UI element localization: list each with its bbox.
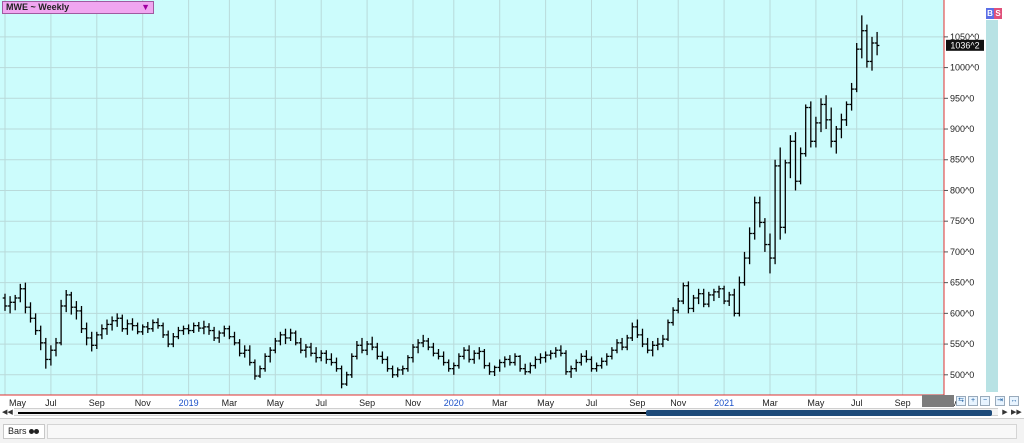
time-tick-label: Nov xyxy=(670,398,687,408)
tab-bars-label: Bars xyxy=(8,426,27,436)
time-tick-label: Sep xyxy=(629,398,645,408)
price-tick-label: 800^0 xyxy=(950,185,974,195)
time-axis-labels: May Jul Sep Nov 2019 Mar May Jul Sep Nov 2020 Mar Ma… xyxy=(9,398,957,408)
time-tick-label: May xyxy=(537,398,555,408)
tab-strip-empty xyxy=(47,424,1017,439)
scroll-history-line xyxy=(18,412,646,414)
binoculars-icon xyxy=(29,429,39,434)
price-tick-label: 500^0 xyxy=(950,370,974,380)
scroll-end-icon[interactable]: ⇥ xyxy=(995,396,1005,406)
symbol-label: MWE ~ Weekly xyxy=(6,2,70,12)
last-price-label: 1036^2 xyxy=(950,40,979,50)
price-tick-label: 750^0 xyxy=(950,216,974,226)
time-tick-label: May xyxy=(807,398,825,408)
time-tick-label: Mar xyxy=(762,398,778,408)
time-tick-label: Jul xyxy=(586,398,598,408)
time-tick-label: Nov xyxy=(135,398,152,408)
reset-icon[interactable]: ↔ xyxy=(1009,396,1019,406)
time-tick-label: Mar xyxy=(222,398,238,408)
price-axis-strip xyxy=(986,20,998,392)
scroll-thumb[interactable] xyxy=(646,410,992,416)
price-tick-label: 1000^0 xyxy=(950,63,979,73)
price-tick-label: 600^0 xyxy=(950,308,974,318)
time-tick-label: Jul xyxy=(851,398,863,408)
time-tick-label: Jul xyxy=(315,398,327,408)
time-tick-label: Jul xyxy=(45,398,57,408)
time-tick-label: 2020 xyxy=(444,398,464,408)
symbol-selector[interactable]: MWE ~ Weekly ▼ xyxy=(2,1,154,14)
time-tick-label: May xyxy=(267,398,285,408)
tab-bars[interactable]: Bars xyxy=(3,424,45,439)
time-tick-label: 2021 xyxy=(714,398,734,408)
zoom-out-icon[interactable]: − xyxy=(980,396,990,406)
scroll-right-icon[interactable]: ▶ xyxy=(1000,408,1010,417)
price-tick-label: 550^0 xyxy=(950,339,974,349)
time-tick-label: Sep xyxy=(359,398,375,408)
price-chart[interactable]: 500^0 550^0 600^0 650^0 700^0 750^0 800^0 850^0… xyxy=(0,0,1024,442)
price-tick-label: 700^0 xyxy=(950,247,974,257)
time-tick-label: 2019 xyxy=(179,398,199,408)
buy-button[interactable]: B xyxy=(986,8,994,19)
triangle-down-icon[interactable]: ▼ xyxy=(141,2,150,13)
last-price-marker: 1036^2 xyxy=(946,39,984,51)
time-tick-label: Nov xyxy=(405,398,422,408)
sell-button[interactable]: S xyxy=(994,8,1002,19)
time-tick-label: Mar xyxy=(492,398,508,408)
time-axis-gutter xyxy=(922,395,954,407)
time-tick-label: Sep xyxy=(89,398,105,408)
scroll-start-icon[interactable]: ◀◀ xyxy=(2,408,13,417)
zoom-in-icon[interactable]: + xyxy=(968,396,978,406)
time-tick-label: Sep xyxy=(895,398,911,408)
plot-area[interactable] xyxy=(0,0,944,395)
fit-icon[interactable]: ⇆ xyxy=(956,396,966,406)
price-tick-label: 850^0 xyxy=(950,155,974,165)
price-tick-label: 900^0 xyxy=(950,124,974,134)
price-tick-label: 950^0 xyxy=(950,93,974,103)
scroll-last-icon[interactable]: ▶▶ xyxy=(1011,408,1022,417)
price-axis[interactable] xyxy=(945,0,985,395)
price-tick-label: 650^0 xyxy=(950,278,974,288)
time-tick-label: May xyxy=(9,398,27,408)
